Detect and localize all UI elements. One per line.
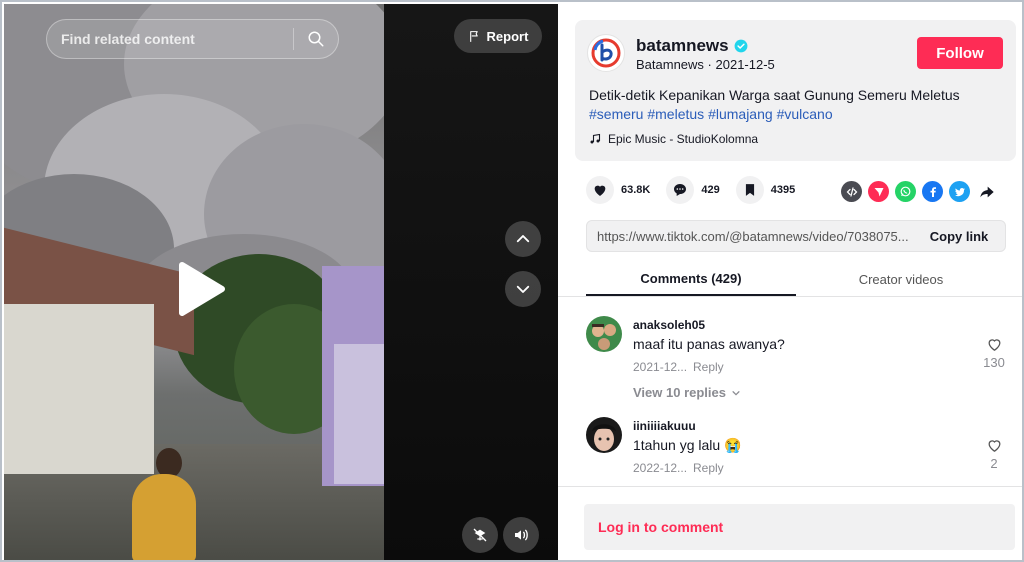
view-replies-label: View 10 replies (633, 385, 726, 400)
batamnews-logo (591, 38, 621, 68)
comment-date: 2021-12... (633, 360, 688, 374)
volume-icon (515, 529, 528, 541)
comment-item: iiniiiiakuuu 1tahun yg lalu 😭 2022-12...… (586, 417, 1006, 481)
hashtag-link[interactable]: #semeru (589, 106, 643, 122)
share-icons (841, 181, 997, 202)
chevron-up-icon (516, 235, 530, 243)
author-meta: Batamnews · 2021-12-5 (636, 57, 775, 72)
search-button[interactable] (294, 19, 338, 59)
whatsapp-share-button[interactable] (895, 181, 916, 202)
comment-text: 1tahun yg lalu 😭 (633, 437, 742, 453)
share-arrow-icon (979, 186, 994, 197)
twitter-share-button[interactable] (949, 181, 970, 202)
reply-button[interactable]: Reply (693, 360, 724, 374)
user-photo (586, 417, 622, 453)
comment-like-button[interactable]: 2 (982, 437, 1006, 471)
comment-like-button[interactable]: 130 (982, 336, 1006, 370)
like-button[interactable] (586, 176, 614, 204)
caption-text: Detik-detik Kepanikan Warga saat Gunung … (589, 87, 960, 103)
whatsapp-icon (900, 186, 911, 197)
post-caption: Detik-detik Kepanikan Warga saat Gunung … (589, 86, 1009, 124)
comment-button[interactable] (666, 176, 695, 204)
hashtag-link[interactable]: #lumajang (708, 106, 773, 122)
like-action[interactable]: 63.8K (586, 176, 650, 204)
copy-link-button[interactable]: Copy link (913, 229, 1005, 244)
details-panel: batamnews Batamnews · 2021-12-5 Follow D… (558, 4, 1022, 560)
send-icon (874, 187, 883, 196)
video-player[interactable]: Report (4, 4, 558, 560)
like-count: 63.8K (621, 184, 651, 196)
search-input[interactable] (47, 20, 293, 58)
author-username[interactable]: batamnews (636, 36, 748, 56)
heart-outline-icon (988, 339, 1000, 351)
engagement-bar: 63.8K 429 4395 (586, 176, 811, 204)
find-related-search[interactable] (46, 19, 339, 59)
heart-outline-icon (988, 440, 1000, 452)
music-note-icon (590, 133, 601, 144)
facebook-share-button[interactable] (922, 181, 943, 202)
report-button[interactable]: Report (454, 19, 542, 53)
video-link-url[interactable]: https://www.tiktok.com/@batamnews/video/… (587, 229, 913, 244)
comment-text: maaf itu panas awanya? (633, 336, 785, 352)
post-date: 2021-12-5 (715, 57, 775, 72)
verified-badge-icon (734, 39, 748, 53)
save-action[interactable]: 4395 (735, 176, 796, 204)
tab-creator-videos[interactable]: Creator videos (796, 262, 1006, 296)
share-link-box: https://www.tiktok.com/@batamnews/video/… (586, 220, 1006, 252)
post-info-card: batamnews Batamnews · 2021-12-5 Follow D… (575, 20, 1016, 161)
embed-button[interactable] (841, 181, 862, 202)
heart-icon (594, 185, 606, 196)
avatar[interactable] (586, 316, 622, 352)
comment-icon (674, 184, 687, 196)
divider (558, 296, 1022, 297)
login-to-comment-button[interactable]: Log in to comment (584, 504, 1015, 550)
tab-comments[interactable]: Comments (429) (586, 262, 796, 296)
next-video-button[interactable] (505, 271, 541, 307)
avatar[interactable] (587, 34, 625, 72)
avatar[interactable] (586, 417, 622, 453)
embed-icon (846, 186, 857, 197)
facebook-icon (930, 186, 936, 197)
comment-date: 2022-12... (633, 461, 688, 475)
play-button[interactable] (172, 259, 228, 319)
view-replies-button[interactable]: View 10 replies (633, 385, 741, 400)
twitter-icon (954, 187, 965, 196)
report-label: Report (486, 28, 529, 44)
flag-icon (469, 30, 478, 42)
meta-separator: · (707, 57, 716, 72)
reply-button[interactable]: Reply (693, 461, 724, 475)
previous-video-button[interactable] (505, 221, 541, 257)
comment-count: 429 (701, 184, 720, 196)
comment-action[interactable]: 429 (666, 176, 720, 204)
play-icon (179, 262, 225, 316)
chevron-down-icon (516, 285, 530, 293)
app-window: Report batam (0, 0, 1024, 562)
user-photo (586, 316, 622, 352)
comment-like-count: 130 (983, 355, 1005, 370)
comment-tabs: Comments (429) Creator videos (586, 262, 1006, 296)
author-nickname: Batamnews (636, 57, 704, 72)
comment-item: anaksoleh05 maaf itu panas awanya? 2021-… (586, 316, 1006, 406)
music-title: Epic Music - StudioKolomna (608, 132, 759, 146)
search-icon (308, 31, 324, 47)
floating-player-button[interactable] (462, 517, 498, 553)
save-count: 4395 (770, 184, 796, 196)
bookmark-icon (745, 184, 754, 196)
comment-username[interactable]: iiniiiiakuuu (633, 419, 696, 433)
follow-button[interactable]: Follow (917, 37, 1003, 69)
chevron-down-icon (732, 390, 740, 396)
volume-button[interactable] (503, 517, 539, 553)
comment-username[interactable]: anaksoleh05 (633, 318, 705, 332)
floating-player-icon (473, 528, 487, 542)
hashtag-link[interactable]: #vulcano (777, 106, 833, 122)
username-text: batamnews (636, 36, 729, 55)
divider (558, 486, 1022, 487)
music-link[interactable]: Epic Music - StudioKolomna (589, 132, 758, 146)
send-to-friends-button[interactable] (868, 181, 889, 202)
hashtag-link[interactable]: #meletus (647, 106, 704, 122)
save-button[interactable] (735, 176, 764, 204)
comment-like-count: 2 (990, 456, 998, 471)
more-share-button[interactable] (976, 181, 997, 202)
